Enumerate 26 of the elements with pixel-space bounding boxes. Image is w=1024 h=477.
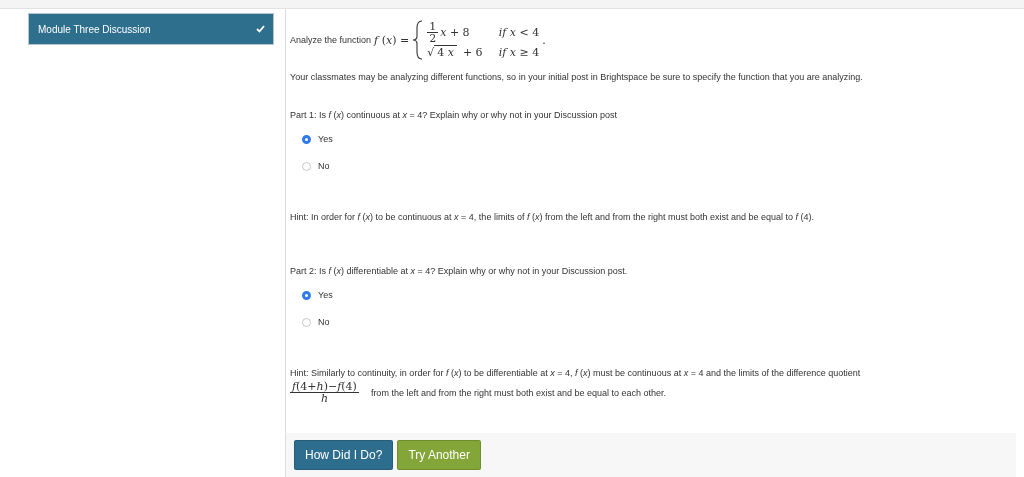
option-label: Yes — [318, 290, 333, 300]
radio-button[interactable] — [302, 134, 311, 144]
action-button[interactable]: Try Another — [397, 440, 481, 470]
option-label: Yes — [318, 134, 333, 144]
difference-quotient: f(4+h)−f(4) h — [290, 381, 360, 404]
question-prompt: Part 1: Is f (x) continuous at x = 4? Explain why or why not in your Discussion post — [290, 110, 617, 120]
hint-text: Hint: Similarly to continuity, in order for f (x) to be differentiable at x = 4, f (x) must be continuous at x = 4 and the limits of the difference quotient — [290, 368, 861, 378]
radio-button[interactable] — [302, 161, 311, 171]
function-label: f (x) = — [374, 33, 410, 47]
question-prompt: Part 2: Is f (x) differentiable at x = 4? Explain why or why not in your Discussion post. — [290, 266, 628, 276]
instruction-text: Your classmates may be analyzing different functions, so in your initial post in Brightspace be sure to specify the function that you are analyzing. — [290, 72, 864, 82]
case-expression: √ 4 x + 6 — [427, 46, 483, 59]
case-condition: if x ≥ 4 — [498, 46, 540, 59]
option-label: No — [318, 161, 330, 171]
action-button[interactable]: How Did I Do? — [294, 440, 394, 470]
case-condition: if x < 4 — [498, 26, 540, 39]
sidebar-item[interactable]: Module Three Discussion — [28, 13, 274, 45]
option-label: No — [318, 317, 330, 327]
check-icon — [256, 25, 265, 33]
question-text: Analyze the function — [290, 35, 372, 45]
hint-text: from the left and from the right must both exist and be equal to each other. — [370, 387, 667, 398]
radio-button[interactable] — [302, 317, 311, 327]
radio-button[interactable] — [302, 290, 311, 300]
hint-text: Hint: In order for f (x) to be continuous at x = 4, the limits of f (x) from the left and from the right must both exist and be equal to f (4). — [290, 212, 815, 222]
brace-icon — [412, 20, 425, 60]
period-text: . — [542, 33, 546, 47]
